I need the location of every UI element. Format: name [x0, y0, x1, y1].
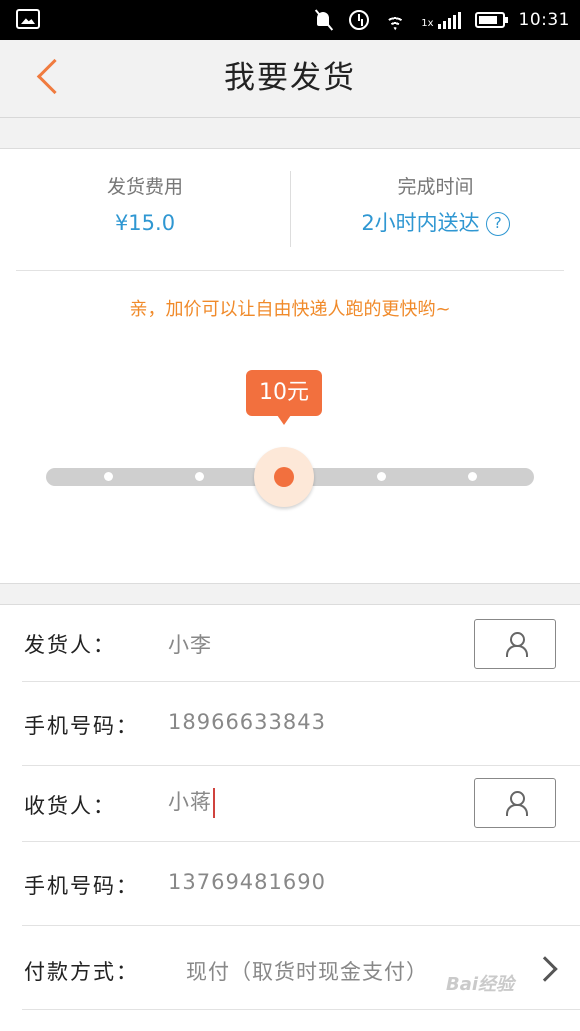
promo-text: 亲，加价可以让自由快递人跑的更快哟~: [129, 299, 451, 320]
payment-label: 付款方式：: [24, 960, 139, 984]
signal-icon: 1x: [421, 11, 461, 29]
status-time: 10:31: [518, 10, 570, 30]
row-divider: [22, 1009, 580, 1010]
sender-contacts-button[interactable]: [474, 619, 556, 669]
slider-stop[interactable]: [377, 472, 386, 481]
signal-label: 1x: [421, 18, 434, 29]
slider-stop[interactable]: [104, 472, 113, 481]
slider-stop[interactable]: [195, 472, 204, 481]
mute-icon: [313, 9, 335, 31]
watermark: Bai经验: [446, 974, 515, 995]
card-divider: [16, 270, 564, 271]
slider-stop[interactable]: [468, 472, 477, 481]
sender-label: 发货人：: [24, 633, 116, 657]
receiver-phone-label: 手机号码：: [24, 874, 139, 898]
wifi-icon: [383, 11, 407, 29]
time-value: 2小时内送达: [361, 211, 480, 235]
status-bar: 1x 10:31: [0, 0, 580, 40]
fee-value: ¥15.0: [114, 211, 176, 235]
image-icon: [16, 9, 40, 29]
receiver-phone-input[interactable]: 13769481690: [168, 870, 326, 894]
battery-icon: [474, 12, 508, 28]
sender-phone-input[interactable]: 18966633843: [168, 710, 326, 734]
receiver-input[interactable]: 小蒋: [168, 786, 215, 818]
receiver-label: 收货人：: [24, 794, 116, 818]
alarm-icon: [349, 10, 370, 30]
person-icon: [505, 632, 528, 657]
sender-phone-row: 手机号码： 18966633843: [0, 682, 580, 766]
slider-thumb[interactable]: [254, 447, 314, 507]
app-header: 我要发货: [0, 40, 580, 118]
page-title: 我要发货: [224, 60, 356, 96]
slider-value-tooltip: 10元: [246, 370, 322, 425]
receiver-contacts-button[interactable]: [474, 778, 556, 828]
receiver-phone-row: 手机号码： 13769481690: [0, 842, 580, 926]
text-cursor: [213, 788, 215, 818]
back-button[interactable]: [26, 54, 72, 104]
payment-value: 现付（取货时现金支付）: [186, 960, 428, 984]
time-cell: 完成时间 2小时内送达?: [291, 171, 580, 251]
delivery-summary-card: 发货费用 ¥15.0 完成时间 2小时内送达? 亲，加价可以让自由快递人跑的更快…: [0, 148, 580, 584]
shipping-form: 发货人： 小李 手机号码： 18966633843 收货人： 小蒋 手机号码： …: [0, 604, 580, 1031]
sender-input[interactable]: 小李: [168, 629, 212, 659]
sender-row: 发货人： 小李: [0, 605, 580, 682]
time-label: 完成时间: [397, 176, 474, 198]
sender-phone-label: 手机号码：: [24, 714, 139, 738]
payment-row[interactable]: 付款方式： 现付（取货时现金支付）: [0, 926, 580, 1010]
chevron-right-icon: [532, 956, 558, 982]
time-value-row: 2小时内送达?: [291, 203, 580, 243]
fee-cell: 发货费用 ¥15.0: [0, 171, 290, 251]
fee-label: 发货费用: [106, 176, 183, 198]
person-icon: [505, 791, 528, 816]
receiver-row: 收货人： 小蒋: [0, 766, 580, 842]
help-icon[interactable]: ?: [485, 212, 510, 236]
receiver-value: 小蒋: [168, 790, 212, 814]
